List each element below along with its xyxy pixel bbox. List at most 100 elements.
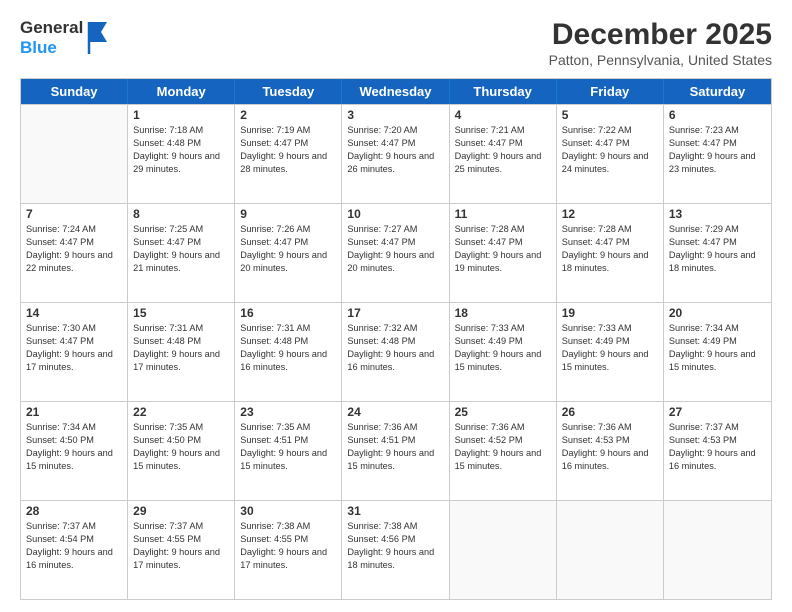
sunrise: Sunrise: 7:35 AM xyxy=(240,421,336,434)
sunrise: Sunrise: 7:36 AM xyxy=(347,421,443,434)
logo: General Blue xyxy=(20,18,109,57)
sunset: Sunset: 4:49 PM xyxy=(562,335,658,348)
calendar-day-7: 7 Sunrise: 7:24 AM Sunset: 4:47 PM Dayli… xyxy=(21,204,128,302)
day-number: 6 xyxy=(669,108,766,122)
sunrise: Sunrise: 7:30 AM xyxy=(26,322,122,335)
daylight: Daylight: 9 hours and 15 minutes. xyxy=(669,348,766,374)
sunrise: Sunrise: 7:27 AM xyxy=(347,223,443,236)
calendar-day-14: 14 Sunrise: 7:30 AM Sunset: 4:47 PM Dayl… xyxy=(21,303,128,401)
calendar-day-20: 20 Sunrise: 7:34 AM Sunset: 4:49 PM Dayl… xyxy=(664,303,771,401)
calendar-day-17: 17 Sunrise: 7:32 AM Sunset: 4:48 PM Dayl… xyxy=(342,303,449,401)
day-number: 10 xyxy=(347,207,443,221)
sunrise: Sunrise: 7:35 AM xyxy=(133,421,229,434)
day-info: Sunrise: 7:36 AM Sunset: 4:51 PM Dayligh… xyxy=(347,421,443,473)
day-info: Sunrise: 7:33 AM Sunset: 4:49 PM Dayligh… xyxy=(455,322,551,374)
sunset: Sunset: 4:56 PM xyxy=(347,533,443,546)
calendar-day-23: 23 Sunrise: 7:35 AM Sunset: 4:51 PM Dayl… xyxy=(235,402,342,500)
calendar-header: SundayMondayTuesdayWednesdayThursdayFrid… xyxy=(21,79,771,104)
calendar-day-empty-0-0 xyxy=(21,105,128,203)
header: General Blue December 2025 Patton, Penns… xyxy=(20,18,772,68)
calendar-header-wednesday: Wednesday xyxy=(342,79,449,104)
sunrise: Sunrise: 7:32 AM xyxy=(347,322,443,335)
calendar-day-11: 11 Sunrise: 7:28 AM Sunset: 4:47 PM Dayl… xyxy=(450,204,557,302)
daylight: Daylight: 9 hours and 18 minutes. xyxy=(669,249,766,275)
day-info: Sunrise: 7:34 AM Sunset: 4:49 PM Dayligh… xyxy=(669,322,766,374)
sunrise: Sunrise: 7:21 AM xyxy=(455,124,551,137)
logo-flag-icon xyxy=(87,20,109,56)
daylight: Daylight: 9 hours and 18 minutes. xyxy=(347,546,443,572)
calendar-day-27: 27 Sunrise: 7:37 AM Sunset: 4:53 PM Dayl… xyxy=(664,402,771,500)
daylight: Daylight: 9 hours and 16 minutes. xyxy=(26,546,122,572)
daylight: Daylight: 9 hours and 15 minutes. xyxy=(133,447,229,473)
day-info: Sunrise: 7:32 AM Sunset: 4:48 PM Dayligh… xyxy=(347,322,443,374)
sunset: Sunset: 4:47 PM xyxy=(133,236,229,249)
sunset: Sunset: 4:47 PM xyxy=(455,236,551,249)
day-info: Sunrise: 7:36 AM Sunset: 4:52 PM Dayligh… xyxy=(455,421,551,473)
calendar-day-29: 29 Sunrise: 7:37 AM Sunset: 4:55 PM Dayl… xyxy=(128,501,235,599)
daylight: Daylight: 9 hours and 16 minutes. xyxy=(669,447,766,473)
sunrise: Sunrise: 7:24 AM xyxy=(26,223,122,236)
calendar-day-4: 4 Sunrise: 7:21 AM Sunset: 4:47 PM Dayli… xyxy=(450,105,557,203)
logo-text-line1: General xyxy=(20,18,83,38)
sunrise: Sunrise: 7:28 AM xyxy=(562,223,658,236)
calendar-day-9: 9 Sunrise: 7:26 AM Sunset: 4:47 PM Dayli… xyxy=(235,204,342,302)
calendar-day-25: 25 Sunrise: 7:36 AM Sunset: 4:52 PM Dayl… xyxy=(450,402,557,500)
daylight: Daylight: 9 hours and 17 minutes. xyxy=(133,546,229,572)
sunrise: Sunrise: 7:36 AM xyxy=(455,421,551,434)
day-number: 21 xyxy=(26,405,122,419)
day-info: Sunrise: 7:29 AM Sunset: 4:47 PM Dayligh… xyxy=(669,223,766,275)
day-number: 16 xyxy=(240,306,336,320)
day-info: Sunrise: 7:28 AM Sunset: 4:47 PM Dayligh… xyxy=(562,223,658,275)
day-number: 15 xyxy=(133,306,229,320)
sunset: Sunset: 4:47 PM xyxy=(240,137,336,150)
sunset: Sunset: 4:47 PM xyxy=(669,236,766,249)
calendar-header-tuesday: Tuesday xyxy=(235,79,342,104)
daylight: Daylight: 9 hours and 19 minutes. xyxy=(455,249,551,275)
daylight: Daylight: 9 hours and 15 minutes. xyxy=(347,447,443,473)
calendar-day-10: 10 Sunrise: 7:27 AM Sunset: 4:47 PM Dayl… xyxy=(342,204,449,302)
sunrise: Sunrise: 7:33 AM xyxy=(562,322,658,335)
sunset: Sunset: 4:48 PM xyxy=(240,335,336,348)
daylight: Daylight: 9 hours and 17 minutes. xyxy=(133,348,229,374)
sunrise: Sunrise: 7:36 AM xyxy=(562,421,658,434)
sunrise: Sunrise: 7:37 AM xyxy=(133,520,229,533)
sunset: Sunset: 4:54 PM xyxy=(26,533,122,546)
daylight: Daylight: 9 hours and 25 minutes. xyxy=(455,150,551,176)
calendar-week-5: 28 Sunrise: 7:37 AM Sunset: 4:54 PM Dayl… xyxy=(21,500,771,599)
calendar-header-saturday: Saturday xyxy=(664,79,771,104)
day-info: Sunrise: 7:31 AM Sunset: 4:48 PM Dayligh… xyxy=(240,322,336,374)
day-info: Sunrise: 7:25 AM Sunset: 4:47 PM Dayligh… xyxy=(133,223,229,275)
day-info: Sunrise: 7:35 AM Sunset: 4:51 PM Dayligh… xyxy=(240,421,336,473)
calendar-day-18: 18 Sunrise: 7:33 AM Sunset: 4:49 PM Dayl… xyxy=(450,303,557,401)
day-number: 20 xyxy=(669,306,766,320)
day-info: Sunrise: 7:30 AM Sunset: 4:47 PM Dayligh… xyxy=(26,322,122,374)
day-info: Sunrise: 7:18 AM Sunset: 4:48 PM Dayligh… xyxy=(133,124,229,176)
calendar-day-empty-4-6 xyxy=(664,501,771,599)
day-info: Sunrise: 7:33 AM Sunset: 4:49 PM Dayligh… xyxy=(562,322,658,374)
sunrise: Sunrise: 7:25 AM xyxy=(133,223,229,236)
sunset: Sunset: 4:47 PM xyxy=(562,137,658,150)
sunrise: Sunrise: 7:38 AM xyxy=(240,520,336,533)
day-number: 2 xyxy=(240,108,336,122)
sunrise: Sunrise: 7:37 AM xyxy=(669,421,766,434)
day-info: Sunrise: 7:23 AM Sunset: 4:47 PM Dayligh… xyxy=(669,124,766,176)
sunrise: Sunrise: 7:31 AM xyxy=(133,322,229,335)
sunset: Sunset: 4:55 PM xyxy=(133,533,229,546)
day-info: Sunrise: 7:37 AM Sunset: 4:53 PM Dayligh… xyxy=(669,421,766,473)
sunset: Sunset: 4:47 PM xyxy=(347,236,443,249)
logo-text-line2: Blue xyxy=(20,38,83,58)
sunset: Sunset: 4:47 PM xyxy=(669,137,766,150)
calendar-header-monday: Monday xyxy=(128,79,235,104)
sunset: Sunset: 4:48 PM xyxy=(133,335,229,348)
sunrise: Sunrise: 7:28 AM xyxy=(455,223,551,236)
calendar-day-2: 2 Sunrise: 7:19 AM Sunset: 4:47 PM Dayli… xyxy=(235,105,342,203)
day-number: 9 xyxy=(240,207,336,221)
calendar-day-21: 21 Sunrise: 7:34 AM Sunset: 4:50 PM Dayl… xyxy=(21,402,128,500)
day-info: Sunrise: 7:20 AM Sunset: 4:47 PM Dayligh… xyxy=(347,124,443,176)
calendar-week-4: 21 Sunrise: 7:34 AM Sunset: 4:50 PM Dayl… xyxy=(21,401,771,500)
day-number: 29 xyxy=(133,504,229,518)
calendar-day-empty-4-5 xyxy=(557,501,664,599)
sunset: Sunset: 4:53 PM xyxy=(562,434,658,447)
calendar-day-16: 16 Sunrise: 7:31 AM Sunset: 4:48 PM Dayl… xyxy=(235,303,342,401)
sunset: Sunset: 4:55 PM xyxy=(240,533,336,546)
